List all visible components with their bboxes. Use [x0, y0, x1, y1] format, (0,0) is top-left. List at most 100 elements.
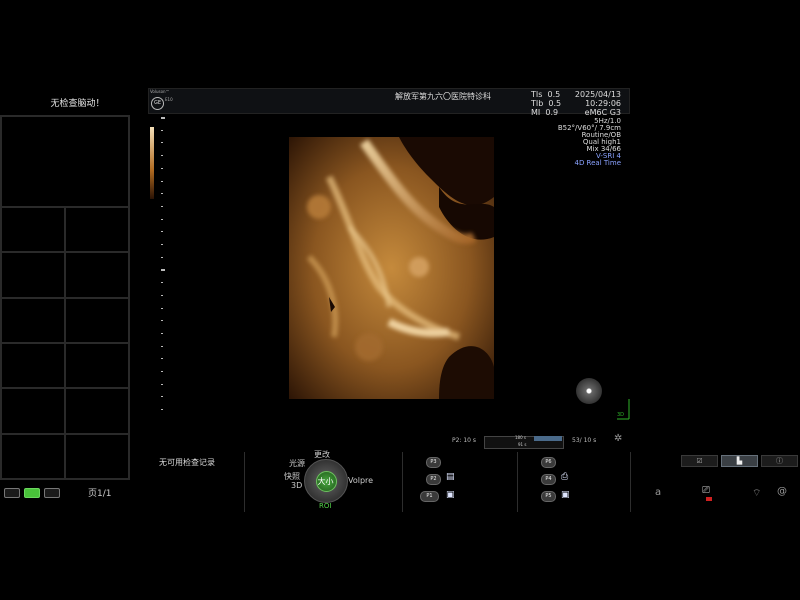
axis-3d-label: 3D: [617, 412, 624, 418]
logo-product-name: Voluson™: [150, 89, 170, 94]
thumbnail-slot[interactable]: [1, 342, 65, 389]
rendered-volume-image: [289, 137, 494, 399]
divider: [244, 452, 245, 512]
no-records-message: 无可用检查记录: [159, 458, 215, 467]
depth-tick: [161, 155, 163, 157]
depth-tick: [161, 332, 163, 334]
depth-tick: [161, 142, 163, 144]
wifi-icon[interactable]: ⌔: [752, 487, 761, 500]
voluson-logo: Voluson™ GE E10: [150, 89, 182, 111]
save-icon: ▣: [446, 490, 455, 500]
status-letter: a: [655, 487, 662, 498]
light-source-label[interactable]: 光源: [289, 458, 305, 469]
knob-center-label: 大小: [317, 477, 334, 486]
p6-button[interactable]: P6: [541, 457, 556, 468]
divider: [630, 452, 631, 512]
chart-icon: ▙: [736, 457, 743, 465]
tib-index: TIb 0.5: [531, 99, 561, 108]
tab-info[interactable]: ⓘ: [761, 455, 798, 467]
orientation-ball-icon[interactable]: [576, 378, 602, 404]
thumbnail-slot[interactable]: [1, 433, 65, 479]
depth-tick: [161, 307, 163, 309]
volpre-label[interactable]: Volpre: [348, 476, 373, 485]
depth-tick: [161, 345, 163, 347]
axis-3d-icon: 3D: [617, 399, 630, 420]
thumbnail-slot[interactable]: [65, 433, 129, 479]
page-indicator: 页1/1: [88, 489, 112, 499]
mi-index: MI 0.9: [531, 108, 558, 117]
thumbnail-slot[interactable]: [65, 342, 129, 389]
divider: [402, 452, 403, 512]
index-label: TIb: [531, 99, 544, 108]
thumbnail-grid: [0, 115, 130, 480]
depth-tick: [161, 256, 163, 258]
network-icon[interactable]: ⎚: [702, 485, 710, 496]
layout-1x2-button[interactable]: [4, 488, 20, 498]
depth-tick: [161, 396, 163, 398]
p1-button[interactable]: P1: [420, 491, 439, 502]
depth-tick: [161, 383, 163, 385]
grayscale-bar: [150, 127, 154, 199]
index-label: MI: [531, 108, 541, 117]
hospital-name: 解放军第九六〇医院特诊科: [395, 92, 491, 101]
thumbnail-slot[interactable]: [1, 116, 129, 207]
depth-tick: [161, 294, 163, 296]
ge-logo-icon: GE: [151, 97, 164, 110]
print-icon: ▤: [446, 472, 455, 482]
depth-tick: [161, 193, 163, 195]
exam-time: 10:29:06: [585, 99, 621, 108]
index-value: 0.5: [547, 90, 561, 99]
depth-tick: [161, 282, 163, 284]
render-3d-view[interactable]: [289, 137, 494, 399]
thumbnail-slot[interactable]: [1, 388, 65, 434]
depth-tick: [161, 409, 163, 411]
exam-date: 2025/04/13: [574, 90, 621, 99]
p3-button[interactable]: P3: [426, 457, 441, 468]
depth-tick: [161, 167, 163, 169]
tis-index: TIs 0.5: [531, 90, 560, 99]
p2-duration: P2: 10 s: [452, 437, 477, 444]
index-value: 0.9: [545, 108, 559, 117]
network-error-indicator: [706, 497, 712, 501]
3d-label[interactable]: 3D: [291, 481, 302, 490]
depth-tick: [161, 180, 163, 182]
depth-tick: [161, 117, 165, 119]
roi-label[interactable]: ROI: [319, 502, 331, 510]
info-icon: ⓘ: [776, 457, 783, 465]
at-icon[interactable]: @: [777, 486, 787, 497]
p5-button[interactable]: P5: [541, 491, 556, 502]
change-label[interactable]: 更改: [314, 449, 330, 460]
tab-checklist[interactable]: ☑: [681, 455, 718, 467]
save-disk-icon: ▣: [561, 490, 570, 500]
depth-tick: [161, 244, 163, 245]
cine-total: 180 s: [515, 435, 526, 440]
depth-tick: [161, 231, 163, 233]
layout-3x3-button[interactable]: [44, 488, 60, 498]
s3-duration: 53/ 10 s: [572, 437, 597, 444]
index-label: TIs: [531, 90, 543, 99]
thumbnail-slot[interactable]: [1, 252, 65, 298]
thumbnail-slot[interactable]: [65, 252, 129, 298]
depth-tick: [161, 218, 163, 220]
printer-icon: ⎙: [561, 472, 569, 482]
p2-button[interactable]: P2: [426, 474, 441, 485]
depth-tick: [161, 371, 163, 372]
index-value: 0.5: [548, 99, 562, 108]
depth-tick: [161, 358, 163, 360]
param-mode: 4D Real Time: [574, 159, 621, 167]
layout-2x2-button[interactable]: [24, 488, 40, 498]
cine-current: 91 s: [518, 442, 527, 447]
thumbnail-slot[interactable]: [1, 297, 65, 343]
exam-status-title: 无检查脑动！: [50, 99, 105, 109]
depth-tick: [161, 129, 163, 131]
tab-chart[interactable]: ▙: [721, 455, 758, 467]
p4-button[interactable]: P4: [541, 474, 556, 485]
settings-gear-icon[interactable]: ✲: [614, 433, 622, 444]
thumbnail-slot[interactable]: [65, 297, 129, 343]
cine-progress-fill: [534, 436, 562, 441]
probe-name: eM6C G3: [584, 108, 621, 117]
thumbnail-slot[interactable]: [1, 207, 65, 253]
thumbnail-slot[interactable]: [65, 388, 129, 434]
depth-tick: [161, 205, 163, 207]
thumbnail-slot[interactable]: [65, 207, 129, 253]
